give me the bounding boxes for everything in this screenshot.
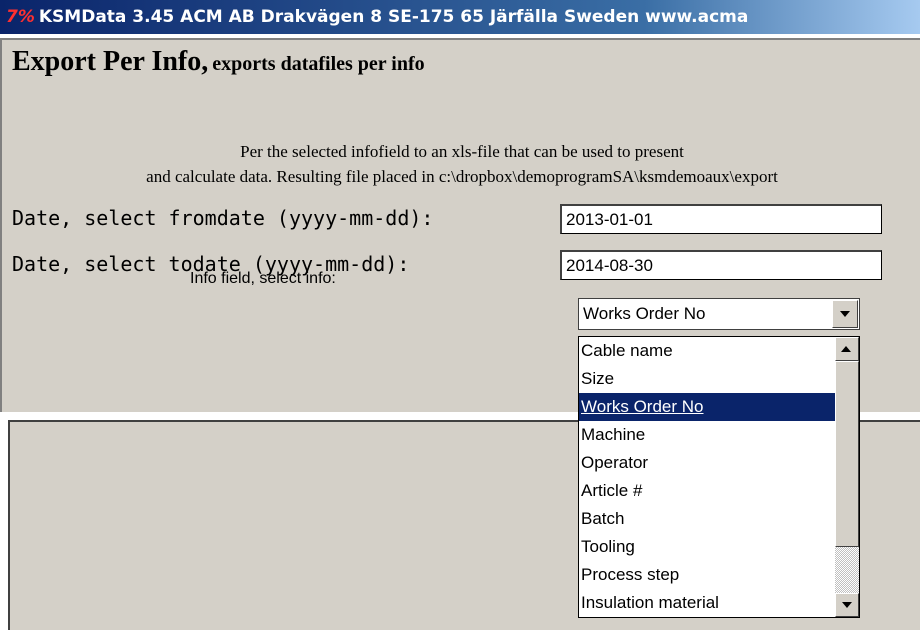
dropdown-option[interactable]: Batch xyxy=(579,505,835,533)
scroll-up-arrow-icon xyxy=(841,346,851,352)
scroll-down-button[interactable] xyxy=(835,593,859,617)
dropdown-option[interactable]: Article # xyxy=(579,477,835,505)
dropdown-option[interactable]: Operator xyxy=(579,449,835,477)
dropdown-option[interactable]: Machine xyxy=(579,421,835,449)
select-dropdown-button[interactable] xyxy=(832,300,858,328)
dropdown-option[interactable]: Size xyxy=(579,365,835,393)
fromdate-label: Date, select fromdate (yyyy-mm-dd): xyxy=(12,206,434,230)
scrollbar-track[interactable] xyxy=(835,547,859,593)
app-logo-icon: 7% xyxy=(6,7,35,27)
dropdown-option[interactable]: Insulation material xyxy=(579,589,835,617)
scroll-down-arrow-icon xyxy=(842,602,852,608)
info-field-label: Info field, select info: xyxy=(190,270,336,287)
fromdate-input[interactable]: 2013-01-01 xyxy=(560,204,882,234)
scrollbar-thumb[interactable] xyxy=(835,361,859,547)
dropdown-option-selected[interactable]: Works Order No xyxy=(579,393,835,421)
description-line-1: Per the selected infofield to an xls-fil… xyxy=(240,142,684,161)
dropdown-option[interactable]: Process step xyxy=(579,561,835,589)
page-heading: Export Per Info, exports datafiles per i… xyxy=(12,46,425,78)
dropdown-options: Cable name Size Works Order No Machine O… xyxy=(579,337,835,617)
info-field-dropdown-list[interactable]: Cable name Size Works Order No Machine O… xyxy=(578,336,860,618)
window-title: KSMData 3.45 ACM AB Drakvägen 8 SE-175 6… xyxy=(38,7,749,27)
scroll-up-button[interactable] xyxy=(835,337,859,361)
info-field-selected-value: Works Order No xyxy=(583,304,706,323)
todate-input[interactable]: 2014-08-30 xyxy=(560,250,882,280)
dropdown-scrollbar[interactable] xyxy=(835,337,859,617)
title-bar: 7% KSMData 3.45 ACM AB Drakvägen 8 SE-175… xyxy=(0,0,920,34)
page-title: Export Per Info, xyxy=(12,46,209,77)
dropdown-option[interactable]: Cable name xyxy=(579,337,835,365)
info-field-select[interactable]: Works Order No xyxy=(578,298,860,330)
description-line-2: and calculate data. Resulting file place… xyxy=(146,167,778,186)
page-subtitle: exports datafiles per info xyxy=(212,53,425,75)
dropdown-option[interactable]: Tooling xyxy=(579,533,835,561)
chevron-down-icon xyxy=(840,311,850,317)
